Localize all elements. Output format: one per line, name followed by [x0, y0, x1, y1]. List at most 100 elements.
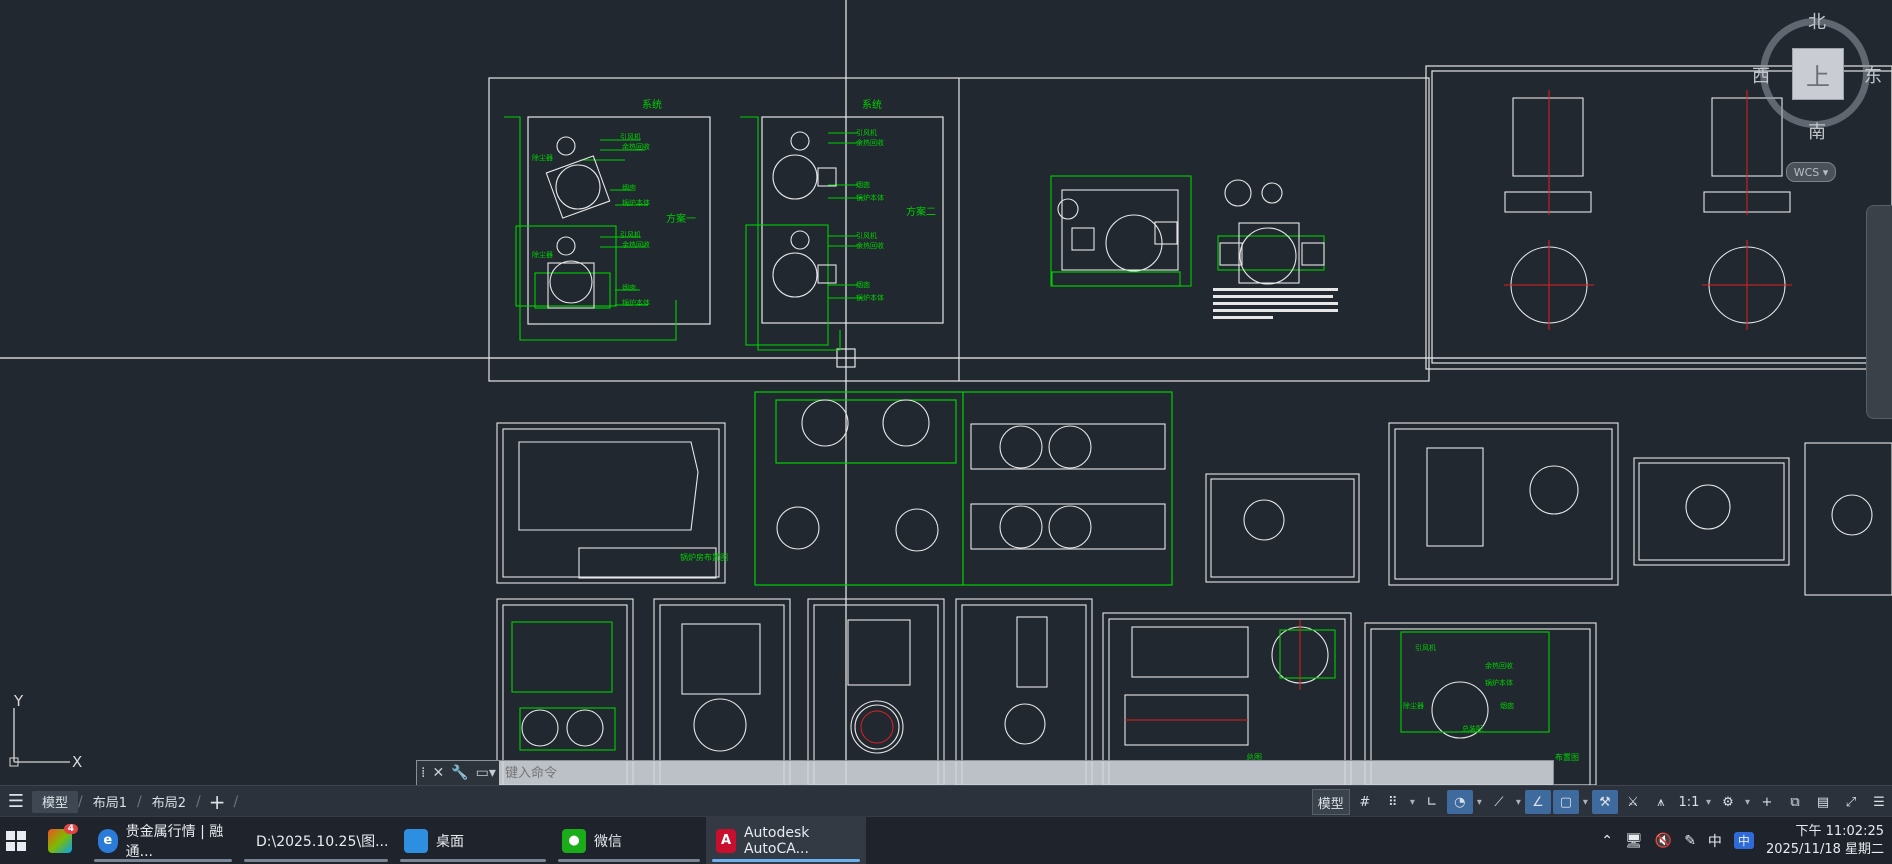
drawing-canvas[interactable]: 系统 方案一 系统 方案二 引风机 余热回收 除尘器 烟囱 锅炉本体 引风机 余… [0, 0, 1892, 785]
title-block-text: 布置图 [1555, 752, 1579, 762]
viewcube[interactable]: 上 北 南 东 西 WCS ▾ [1752, 8, 1882, 182]
object-snap-tracking-icon[interactable]: ∠ [1524, 790, 1551, 814]
taskbar: 4 e 贵金属行情 | 融通... D:\2025.10.25\图... 桌面 … [0, 816, 1892, 864]
taskbar-app-desktop[interactable]: 桌面 [394, 817, 552, 864]
title-block-text: 锅炉房布置图 [680, 552, 728, 562]
customize-icon[interactable]: ☰ [1866, 790, 1892, 814]
drawing-callout: 引风机 [856, 231, 877, 240]
viewcube-top-face[interactable]: 上 [1792, 48, 1844, 100]
wcs-label: WCS [1793, 165, 1820, 179]
drawing-callout: 余热回收 [856, 241, 884, 250]
chevron-up-icon[interactable]: ⌃ [1601, 833, 1613, 849]
running-indicator [244, 859, 388, 862]
taskbar-app-label: D:\2025.10.25\图... [256, 833, 389, 850]
navigation-bar[interactable] [1866, 205, 1892, 419]
grid-icon[interactable]: # [1352, 790, 1378, 814]
drawing-callout: 锅炉本体 [856, 193, 884, 202]
grip-icon[interactable]: ⁞ [421, 765, 425, 781]
desktop-icon [404, 828, 428, 853]
model-space-button[interactable]: 模型 [1311, 789, 1350, 815]
wrench-icon[interactable]: 🔧 [451, 765, 468, 781]
tab-layout2[interactable]: 布局2 [142, 791, 196, 813]
running-indicator [400, 859, 546, 862]
drawing-callout: 总装配 [1462, 724, 1483, 733]
taskbar-app-autocad[interactable]: A Autodesk AutoCA... [706, 817, 866, 864]
drawing-callout: 除尘器 [1403, 701, 1424, 710]
compass-south[interactable]: 南 [1808, 118, 1826, 144]
polar-icon[interactable]: ◔ [1446, 790, 1473, 814]
fullscreen-icon[interactable]: ⤢ [1838, 790, 1864, 814]
command-line-controls: ⁞ ✕ 🔧 ▭▾ [417, 761, 499, 785]
wechat-icon: ● [562, 828, 586, 853]
volume-muted-icon[interactable]: 🔇 [1655, 833, 1672, 849]
wcs-menu[interactable]: WCS ▾ [1786, 162, 1836, 182]
taskbar-app-edge[interactable]: e 贵金属行情 | 融通... [88, 817, 238, 864]
tab-model[interactable]: 模型 [32, 790, 79, 813]
ime-mode-icon[interactable]: 中 [1733, 832, 1754, 849]
chevron-down-icon[interactable]: ▾ [1475, 797, 1484, 808]
drawing-callout: 锅炉本体 [856, 293, 884, 302]
chevron-down-icon[interactable]: ▾ [1581, 797, 1590, 808]
taskbar-store-app[interactable]: 4 [32, 817, 88, 864]
taskbar-app-label: 贵金属行情 | 融通... [125, 823, 224, 860]
close-icon[interactable]: ✕ [432, 765, 444, 781]
chevron-down-icon[interactable]: ▾ [1408, 797, 1417, 808]
compass-east[interactable]: 东 [1864, 62, 1882, 88]
taskbar-app-explorer[interactable]: D:\2025.10.25\图... [238, 817, 394, 864]
isolate-objects-icon[interactable]: ⧉ [1782, 790, 1808, 814]
hardware-accel-icon[interactable]: ▤ [1810, 790, 1836, 814]
drawing-callout: 烟囱 [856, 180, 870, 189]
network-icon[interactable]: 🖥 [1625, 833, 1643, 849]
windows-logo-icon [6, 830, 26, 851]
taskbar-app-label: Autodesk AutoCA... [743, 824, 810, 857]
tab-layout1[interactable]: 布局1 [83, 791, 137, 813]
object-snap-icon[interactable]: ▢ [1552, 790, 1579, 814]
compass-west[interactable]: 西 [1752, 62, 1770, 88]
drawing-callout: 余热回收 [622, 240, 650, 249]
ucs-x-label: X [72, 753, 82, 770]
command-input[interactable] [499, 763, 1553, 783]
add-layout-button[interactable]: + [201, 790, 234, 814]
ime-indicator[interactable]: 中 [1708, 831, 1722, 851]
annotation-scale-icon[interactable]: ⩚ [1648, 790, 1674, 814]
cad-drawing[interactable]: 系统 方案一 系统 方案二 引风机 余热回收 除尘器 烟囱 锅炉本体 引风机 余… [0, 0, 1892, 785]
autocad-icon: A [716, 828, 736, 853]
drawing-callout: 烟囱 [1500, 701, 1514, 710]
command-history-icon[interactable]: ▭▾ [476, 765, 496, 781]
status-toggles: 模型 # ⠿ ▾ ∟ ◔ ▾ ⟋ ▾ ∠ ▢ ▾ ⚒ ⚔ ⩚ 1:1 ▾ ⚙ ▾ + ⧉ ▤… [1311, 789, 1892, 815]
chevron-down-icon[interactable]: ▾ [1743, 797, 1752, 808]
taskbar-app-label: 微信 [594, 833, 622, 850]
drawing-callout: 余热回收 [622, 142, 650, 151]
chevron-down-icon[interactable]: ▾ [1514, 797, 1523, 808]
system-tray: ⌃ 🖥 🔇 ✎ 中 中 下午 11:02:25 2025/11/18 星期二 [1601, 817, 1892, 864]
annotation-scale-value[interactable]: 1:1 [1676, 790, 1702, 814]
drawing-label: 方案二 [906, 205, 936, 218]
pen-icon[interactable]: ✎ [1684, 833, 1696, 849]
snap-icon[interactable]: ⠿ [1380, 790, 1406, 814]
isodraft-icon[interactable]: ⟋ [1486, 790, 1512, 814]
gear-icon[interactable]: ⚙ [1715, 790, 1741, 814]
clock[interactable]: 下午 11:02:25 2025/11/18 星期二 [1766, 823, 1884, 859]
drawing-callout: 烟囱 [622, 183, 636, 192]
chevron-down-icon[interactable]: ▾ [1704, 797, 1713, 808]
taskbar-app-wechat[interactable]: ● 微信 [552, 817, 706, 864]
notification-badge: 4 [63, 823, 78, 834]
drawing-callout: 除尘器 [532, 250, 553, 259]
tab-separator: / [233, 793, 239, 810]
drawing-callout: 锅炉本体 [622, 298, 650, 307]
running-indicator [94, 859, 232, 862]
annotation-autoscale-icon[interactable]: ⚔ [1620, 790, 1646, 814]
windows-start-button[interactable] [0, 817, 32, 864]
clock-time: 下午 11:02:25 [1795, 823, 1884, 839]
drawing-callout: 锅炉本体 [622, 198, 650, 207]
plus-icon[interactable]: + [1754, 790, 1780, 814]
drawing-callout: 锅炉本体 [1485, 678, 1513, 687]
ortho-icon[interactable]: ∟ [1419, 790, 1445, 814]
annotation-visibility-icon[interactable]: ⚒ [1591, 790, 1618, 814]
menu-icon[interactable]: ☰ [0, 791, 32, 812]
ucs-icon: Y X [9, 692, 82, 770]
command-line[interactable]: ⁞ ✕ 🔧 ▭▾ [416, 760, 1554, 785]
clock-date: 2025/11/18 星期二 [1765, 841, 1884, 857]
drawing-label: 系统 [642, 98, 662, 111]
compass-north[interactable]: 北 [1808, 8, 1826, 34]
